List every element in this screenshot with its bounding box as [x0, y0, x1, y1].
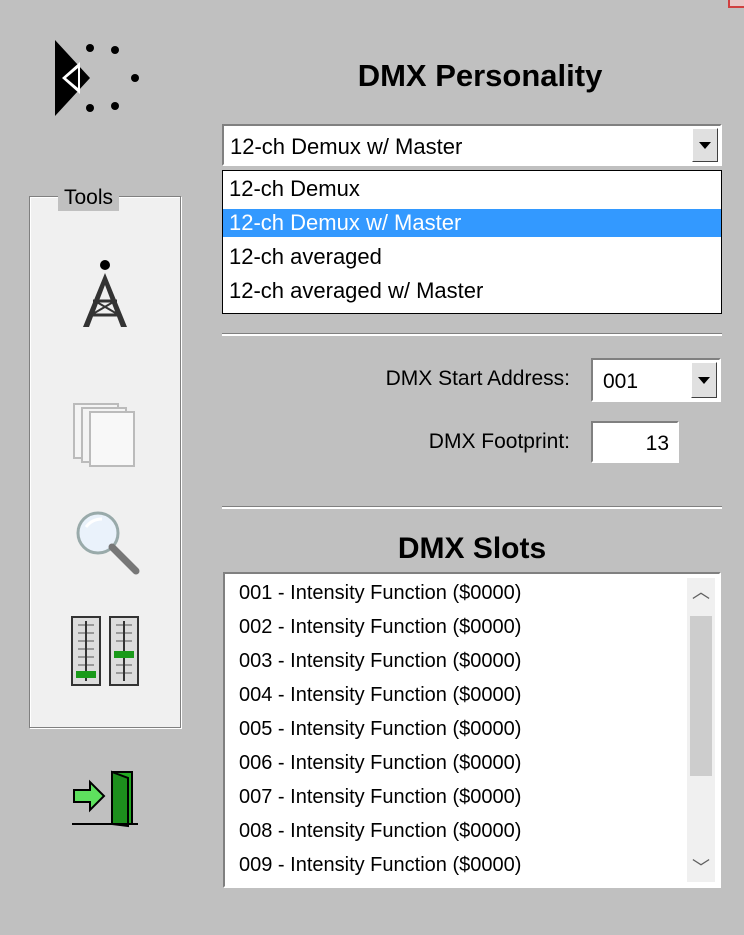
list-item[interactable]: 002 - Intensity Function ($0000) [239, 612, 521, 642]
personality-heading: DMX Personality [357, 58, 603, 93]
tools-panel [29, 196, 181, 728]
slots-scrollbar[interactable]: ︿ ﹀ [687, 578, 715, 882]
list-item[interactable]: 007 - Intensity Function ($0000) [239, 782, 521, 812]
scroll-up-icon[interactable]: ︿ [687, 580, 715, 604]
slots-list[interactable]: 001 - Intensity Function ($0000) 002 - I… [223, 572, 721, 888]
slots-heading: DMX Slots [397, 532, 547, 565]
divider [222, 334, 722, 336]
list-item[interactable]: 008 - Intensity Function ($0000) [239, 816, 521, 846]
list-item[interactable]: 003 - Intensity Function ($0000) [239, 646, 521, 676]
scroll-thumb[interactable] [690, 616, 712, 776]
window-corner [728, 0, 744, 8]
footprint-field[interactable]: 13 [591, 421, 679, 463]
chevron-down-icon[interactable] [692, 128, 718, 162]
tools-label: Tools [58, 185, 120, 211]
list-item[interactable]: 005 - Intensity Function ($0000) [239, 714, 521, 744]
dmx-logo [55, 40, 139, 116]
magnifier-icon[interactable] [72, 507, 142, 577]
list-item[interactable]: 004 - Intensity Function ($0000) [239, 680, 521, 710]
footprint-label: DMX Footprint: [428, 430, 570, 453]
list-item[interactable]: 001 - Intensity Function ($0000) [239, 578, 521, 608]
personality-dropdown[interactable]: 12-ch Demux w/ Master [222, 124, 722, 166]
list-item[interactable]: 006 - Intensity Function ($0000) [239, 748, 521, 778]
start-address-label: DMX Start Address: [385, 367, 570, 390]
personality-option[interactable]: 12-ch Demux [223, 175, 721, 203]
pages-icon[interactable] [72, 402, 138, 468]
chevron-down-icon[interactable] [691, 362, 717, 398]
personality-options-list[interactable]: 12-ch Demux 12-ch Demux w/ Master 12-ch … [222, 170, 722, 314]
personality-option[interactable]: 12-ch averaged w/ Master [223, 277, 721, 305]
start-address-value: 001 [603, 370, 639, 393]
footprint-value: 13 [645, 432, 669, 455]
list-item[interactable]: 009 - Intensity Function ($0000) [239, 850, 521, 880]
tower-icon[interactable] [75, 259, 135, 329]
personality-selected: 12-ch Demux w/ Master [230, 134, 463, 159]
faders-icon[interactable] [70, 615, 140, 687]
exit-door-icon[interactable] [68, 768, 140, 828]
start-address-dropdown[interactable]: 001 [591, 358, 721, 402]
personality-option-selected[interactable]: 12-ch Demux w/ Master [223, 209, 721, 237]
personality-option[interactable]: 12-ch averaged [223, 243, 721, 271]
divider [222, 507, 722, 509]
scroll-down-icon[interactable]: ﹀ [687, 856, 715, 880]
